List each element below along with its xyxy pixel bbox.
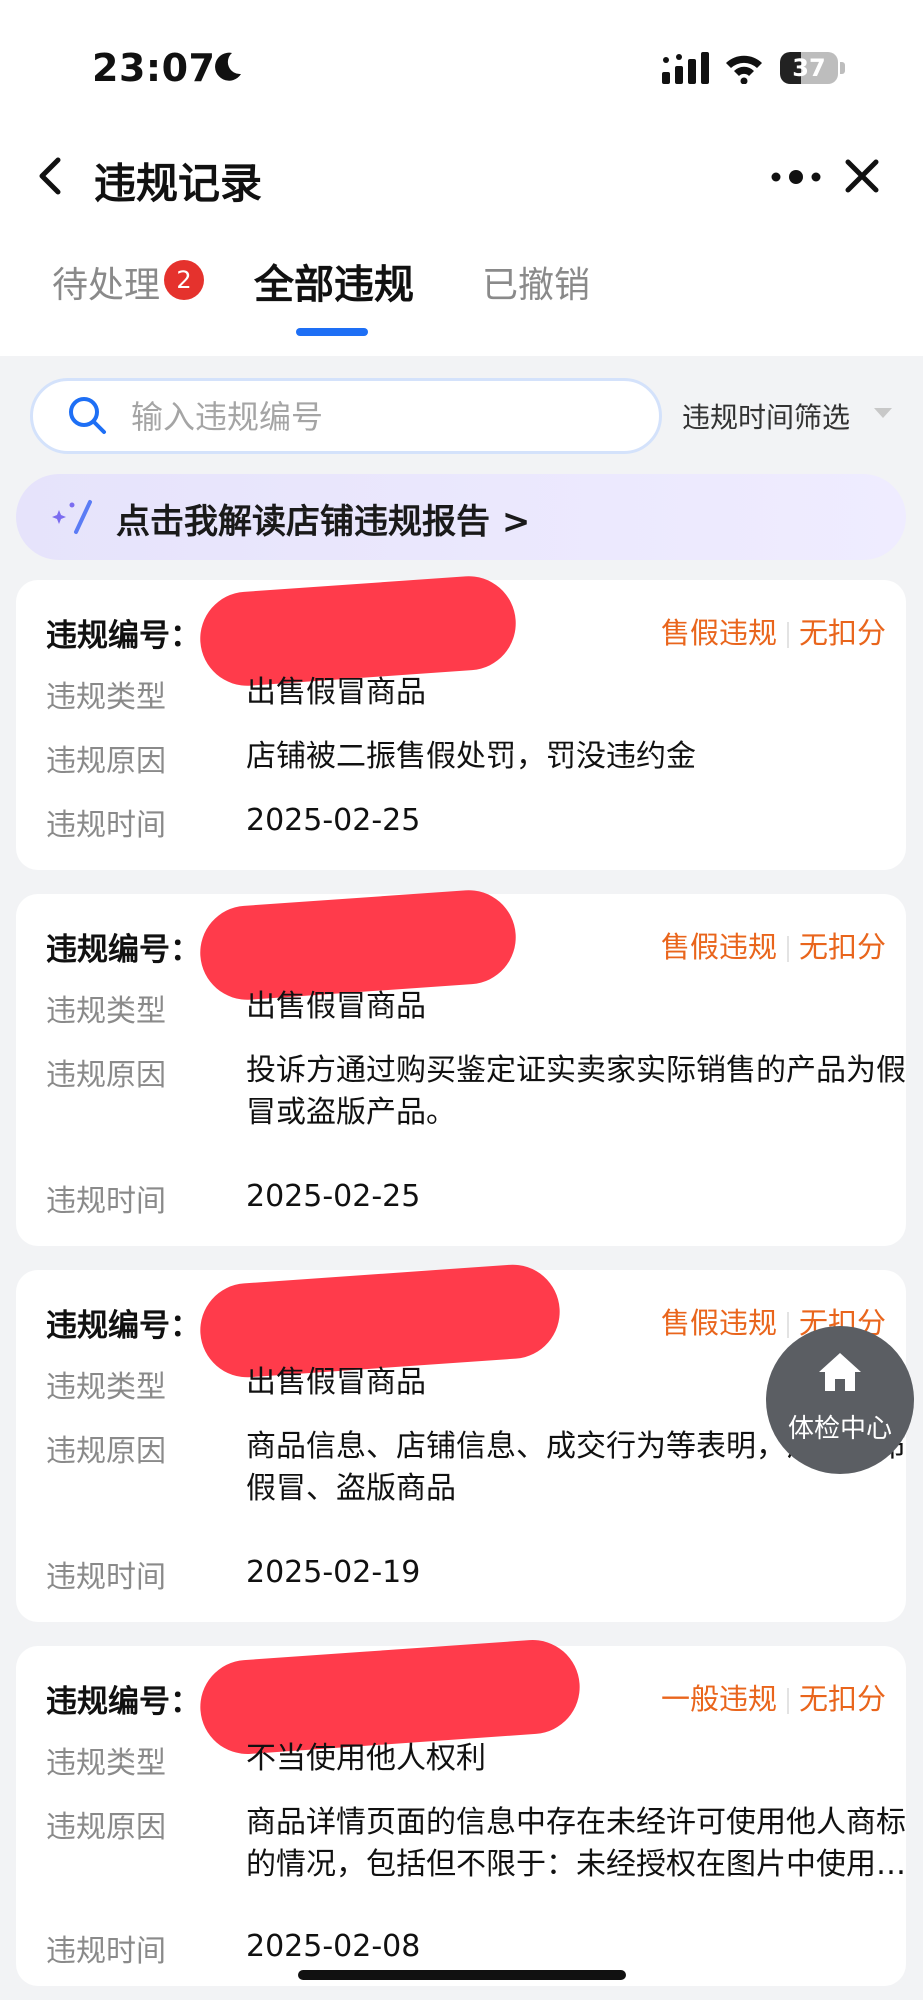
search-bar[interactable] [30,378,662,454]
time-label: 违规时间 [46,808,166,843]
banner-text: 点击我解读店铺违规报告 > [116,502,531,542]
back-arrow-icon[interactable] [36,156,66,196]
reason-value: 投诉方通过购买鉴定证实卖家实际销售的产品为假冒或盗版产品。 [246,1053,906,1130]
pending-count-badge: 2 [164,260,204,300]
card-header: 违规编号： 一般违规 无扣分 [46,1636,886,1758]
reason-label: 违规原因 [46,744,166,779]
type-label: 违规类型 [46,1370,166,1405]
time-value: 2025-02-25 [246,803,421,838]
wifi-icon [726,55,762,84]
tab-revoked[interactable]: 已撤销 [482,256,590,308]
report-banner[interactable]: 点击我解读店铺违规报告 > [16,474,906,560]
tag-divider [786,936,789,962]
card-header: 违规编号： 售假违规 无扣分 [46,1261,886,1381]
reason-value: 店铺被二振售假处罚，罚没违约金 [246,739,696,774]
violation-category: 售假违规 [660,1306,777,1340]
type-value: 出售假冒商品 [246,675,426,710]
battery-percent: 37 [792,54,826,82]
health-check-label: 体检中心 [787,1414,892,1444]
home-icon [819,1353,861,1391]
violation-card[interactable]: 违规编号： 售假违规 无扣分 违规类型 出售假冒商品 违规原因 商品信息、店铺信息… [16,1261,906,1622]
time-label: 违规时间 [46,1934,166,1969]
reason-label: 违规原因 [46,1810,166,1845]
search-icon [69,397,106,434]
violation-category: 一般违规 [660,1682,777,1716]
tab-pending[interactable]: 待处理 [52,256,160,308]
battery-indicator: 37 [780,52,846,86]
violation-id-label: 违规编号： [46,618,201,654]
nav-bar: 违规记录 [0,140,923,220]
time-value: 2025-02-19 [246,1555,421,1590]
violation-card[interactable]: 违规编号： 一般违规 无扣分 违规类型 不当使用他人权利 违规原因 商品详情页面的… [16,1636,906,1986]
reason-label: 违规原因 [46,1434,166,1469]
violation-tags: 一般违规 无扣分 [661,1676,886,1718]
cellular-signal-icon [662,52,709,84]
status-bar: 23:07 37 [0,40,923,100]
moon-icon [215,52,241,81]
type-value: 出售假冒商品 [246,989,426,1024]
violation-points: 无扣分 [798,616,886,650]
type-label: 违规类型 [46,994,166,1029]
reason-value: 商品详情页面的信息中存在未经许可使用他人商标的情况，包括但不限于：未经授权在图片… [246,1805,906,1882]
battery-body: 37 [780,52,838,84]
page-title: 违规记录 [94,159,263,208]
card-header: 违规编号： 售假违规 无扣分 [46,887,886,1003]
filter-dropdown-icon[interactable] [874,408,892,418]
active-tab-indicator [296,328,368,336]
violation-card[interactable]: 违规编号： 售假违规 无扣分 违规类型 出售假冒商品 违规原因 店铺被二振售假处罚… [16,573,906,870]
more-options-icon[interactable] [770,162,822,192]
violation-id-label: 违规编号： [46,1308,201,1344]
violation-tags: 售假违规 无扣分 [661,610,886,652]
health-check-center-button[interactable]: 体检中心 [766,1326,914,1474]
home-indicator[interactable] [298,1970,626,1980]
violation-category: 售假违规 [660,930,777,964]
type-label: 违规类型 [46,680,166,715]
tab-bar: 待处理 2 全部违规 已撤销 [0,250,923,340]
sparkle-icon [52,500,92,534]
battery-cap [840,62,845,74]
time-label: 违规时间 [46,1184,166,1219]
reason-label: 违规原因 [46,1058,166,1093]
type-label: 违规类型 [46,1746,166,1781]
type-value: 不当使用他人权利 [246,1741,486,1776]
violation-id-label: 违规编号： [46,1684,201,1720]
tag-divider [786,1312,789,1338]
tag-divider [786,1688,789,1714]
status-time: 23:07 [92,46,216,90]
violation-category: 售假违规 [660,616,777,650]
time-label: 违规时间 [46,1560,166,1595]
tab-all-violations[interactable]: 全部违规 [254,252,414,310]
violation-id-label: 违规编号： [46,932,201,968]
violation-tags: 售假违规 无扣分 [661,924,886,966]
violation-card[interactable]: 违规编号： 售假违规 无扣分 违规类型 出售假冒商品 违规原因 投诉方通过购买鉴定… [16,887,906,1246]
close-icon[interactable] [842,156,882,196]
time-value: 2025-02-08 [246,1929,421,1964]
card-header: 违规编号： 售假违规 无扣分 [46,573,886,689]
search-input[interactable] [129,381,633,453]
time-value: 2025-02-25 [246,1179,421,1214]
tag-divider [786,622,789,648]
violation-points: 无扣分 [798,930,886,964]
violation-points: 无扣分 [798,1682,886,1716]
time-filter-button[interactable]: 违规时间筛选 [682,396,850,436]
